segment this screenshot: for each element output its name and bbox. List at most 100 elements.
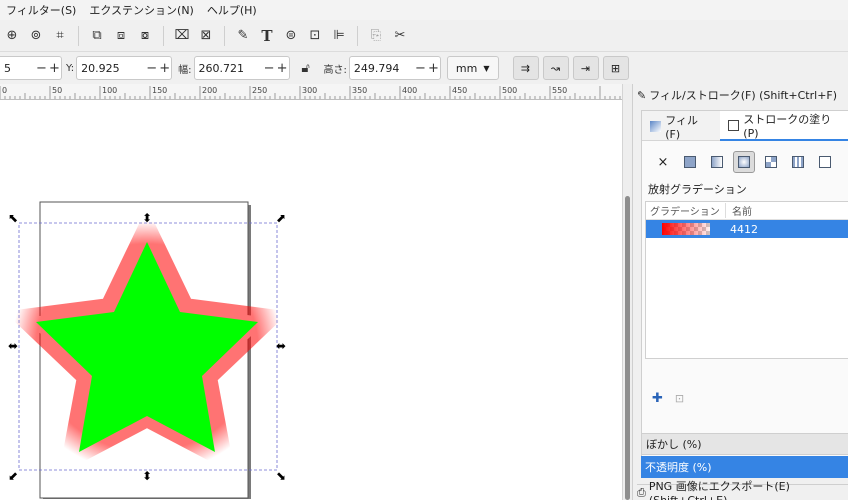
export-icon: ⎙ [637,485,646,499]
mesh-gradient-icon [765,156,777,168]
drawing-canvas[interactable]: ⬉ ⬈ ⬋ ⬊ ⬍ ⬍ ⬌ ⬌ [0,100,622,500]
dock-title[interactable]: ✎ フィル/ストローク(F) (Shift+Ctrl+F) [637,86,837,104]
fill-stroke-icon[interactable]: ✎ [231,24,255,48]
width-value[interactable]: 260.721 [195,62,263,75]
layers-icon[interactable]: ⊜ [279,24,303,48]
group-icon[interactable]: ⌧ [170,24,194,48]
document-properties-icon[interactable]: ✂ [388,24,412,48]
preferences-icon[interactable]: ⎘ [364,24,388,48]
tab-stroke-paint-label: ストロークの塗り(P) [743,112,832,140]
ruler-label: 550 [552,86,567,95]
ruler-label: 250 [252,86,267,95]
ruler-label: 50 [52,86,62,95]
gradient-row[interactable]: 4412 [646,220,848,238]
pattern-button[interactable] [787,151,809,173]
scale-handle-w[interactable]: ⬌ [8,339,18,353]
scale-handle-sw[interactable]: ⬋ [8,469,18,483]
gradient-list-header: グラデーション 名前 [646,202,848,220]
scale-handle-e[interactable]: ⬌ [276,339,286,353]
blur-label: ぼかし (%) [646,438,702,451]
ungroup-icon[interactable]: ⊠ [194,24,218,48]
gradient-heading: 放射グラデーション [648,183,747,196]
unset-paint-button[interactable]: ? [841,151,848,173]
unit-value: mm [455,61,478,75]
plus-icon[interactable]: + [276,61,289,76]
y-label: Y: [66,62,75,74]
edit-gradient-icon[interactable]: ⊡ [675,392,684,405]
scale-stroke-toggle[interactable]: ⇉ [512,56,539,80]
unit-select[interactable]: mm ▼ [446,56,499,80]
y-value[interactable]: 20.925 [77,62,145,75]
pattern-icon [792,156,804,168]
lock-icon[interactable]: 🔓︎ [294,56,318,80]
tab-fill-label: フィル(F) [665,113,699,141]
ruler-label: 300 [302,86,317,95]
plus-icon[interactable]: + [427,61,440,76]
ruler-label: 350 [352,86,367,95]
transform-patterns-toggle[interactable]: ⊞ [602,56,629,80]
ruler-label: 500 [502,86,517,95]
height-spinbox[interactable]: 249.794 − + [348,56,441,80]
swatch-button[interactable] [814,151,836,173]
tab-stroke-paint[interactable]: ストロークの塗り(P) [719,111,848,141]
column-header-name[interactable]: 名前 [726,203,752,218]
ruler-label: 450 [452,86,467,95]
menu-filters[interactable]: フィルター(S) [6,2,76,18]
column-header-gradient[interactable]: グラデーション [646,203,726,218]
gradient-swatch [662,223,710,235]
toolbar-separator [78,25,79,46]
canvas-svg[interactable]: ⬉ ⬈ ⬋ ⬊ ⬍ ⬍ ⬌ ⬌ [0,100,622,500]
menu-help[interactable]: ヘルプ(H) [207,2,257,18]
align-icon[interactable]: ⊫ [327,24,351,48]
x-spinbox[interactable]: 5 − + [0,56,62,80]
swatch-icon [819,156,831,168]
scale-handle-ne[interactable]: ⬈ [276,211,286,225]
xml-editor-icon[interactable]: ⊡ [303,24,327,48]
zoom-page-icon[interactable]: ⊚ [24,24,48,48]
paint-type-row: × ? [652,151,848,173]
chevron-down-icon: ▼ [483,63,490,73]
no-paint-button[interactable]: × [652,151,674,173]
scrollbar-thumb[interactable] [625,196,630,500]
radial-gradient-button[interactable] [733,151,755,173]
scale-handle-nw[interactable]: ⬉ [8,211,18,225]
transform-gradients-toggle[interactable]: ⇥ [572,56,599,80]
gradient-list[interactable]: グラデーション 名前 4412 [645,201,848,359]
flat-color-button[interactable] [679,151,701,173]
minus-icon[interactable]: − [414,61,427,76]
ruler-label: 100 [102,86,117,95]
mesh-gradient-button[interactable] [760,151,782,173]
zoom-drawing-icon[interactable]: ⊕ [0,24,24,48]
y-spinbox[interactable]: 20.925 − + [76,56,173,80]
opacity-row[interactable]: 不透明度 (%) [641,456,848,478]
scale-handle-s[interactable]: ⬍ [142,469,152,483]
add-gradient-icon[interactable]: ✚ [652,391,663,406]
width-spinbox[interactable]: 260.721 − + [193,56,290,80]
export-label: PNG 画像にエクスポート(E) (Shift+Ctrl+E) [648,480,790,500]
tab-fill[interactable]: フィル(F) [642,111,720,141]
scale-corners-toggle[interactable]: ↝ [542,56,569,80]
export-dock-tab[interactable]: ⎙ PNG 画像にエクスポート(E) (Shift+Ctrl+E) [637,480,848,500]
horizontal-ruler: 0 50 100 150 200 250 300 350 400 450 500 550 [0,84,622,100]
clone-icon[interactable]: ⧈ [109,24,133,48]
ruler-ticks: 0 50 100 150 200 250 300 350 400 450 500 550 [0,86,621,99]
minus-icon[interactable]: − [35,61,48,76]
vertical-scrollbar[interactable] [622,84,632,500]
x-value[interactable]: 5 [0,62,35,75]
plus-icon[interactable]: + [158,61,171,76]
dock-title-text: フィル/ストローク(F) (Shift+Ctrl+F) [649,89,838,102]
scale-handle-se[interactable]: ⬊ [276,469,286,483]
duplicate-icon[interactable]: ⧉ [85,24,109,48]
linear-gradient-button[interactable] [706,151,728,173]
opacity-label: 不透明度 (%) [645,461,712,474]
minus-icon[interactable]: − [145,61,158,76]
minus-icon[interactable]: − [263,61,276,76]
text-font-icon[interactable]: T [255,24,279,48]
plus-icon[interactable]: + [48,61,61,76]
zoom-selection-icon[interactable]: ⌗ [48,24,72,48]
scale-handle-n[interactable]: ⬍ [142,211,152,225]
unlink-clone-icon[interactable]: ⧇ [133,24,157,48]
blur-row[interactable]: ぼかし (%) [641,433,848,455]
menu-extensions[interactable]: エクステンション(N) [89,2,193,18]
height-value[interactable]: 249.794 [350,62,414,75]
